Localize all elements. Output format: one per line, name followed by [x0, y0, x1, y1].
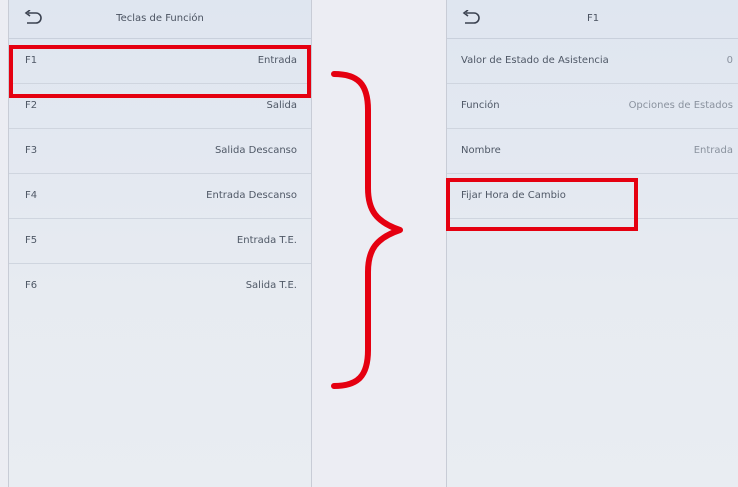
screen-header: Teclas de Función: [9, 0, 311, 39]
screen-title: Teclas de Función: [116, 13, 204, 24]
list-item-f5[interactable]: F5 Entrada T.E.: [9, 219, 311, 264]
setting-attendance-status-value[interactable]: Valor de Estado de Asistencia 0: [447, 39, 738, 84]
item-key: F3: [25, 145, 38, 156]
setting-value: 0: [726, 55, 733, 66]
highlight-box-change-time: [446, 178, 638, 231]
setting-label: Función: [461, 100, 500, 111]
setting-label: Valor de Estado de Asistencia: [461, 55, 609, 66]
screen-header: F1: [447, 0, 738, 39]
setting-label: Nombre: [461, 145, 501, 156]
item-value: Salida T.E.: [245, 280, 297, 291]
screen-title: F1: [586, 13, 600, 24]
setting-value: Entrada: [693, 145, 733, 156]
f1-settings-screen: F1 Valor de Estado de Asistencia 0 Funci…: [446, 0, 738, 487]
setting-value: Opciones de Estados: [628, 100, 733, 111]
item-value: Entrada T.E.: [236, 235, 297, 246]
item-value: Entrada Descanso: [206, 190, 297, 201]
item-key: F6: [25, 280, 38, 291]
item-key: F5: [25, 235, 38, 246]
highlight-box-f1: [9, 45, 311, 98]
item-key: F4: [25, 190, 38, 201]
list-item-f3[interactable]: F3 Salida Descanso: [9, 129, 311, 174]
list-item-f4[interactable]: F4 Entrada Descanso: [9, 174, 311, 219]
setting-name[interactable]: Nombre Entrada: [447, 129, 738, 174]
item-value: Salida Descanso: [214, 145, 297, 156]
setting-function[interactable]: Función Opciones de Estados: [447, 84, 738, 129]
curly-brace-icon: [331, 71, 403, 389]
list-item-f6[interactable]: F6 Salida T.E.: [9, 264, 311, 308]
